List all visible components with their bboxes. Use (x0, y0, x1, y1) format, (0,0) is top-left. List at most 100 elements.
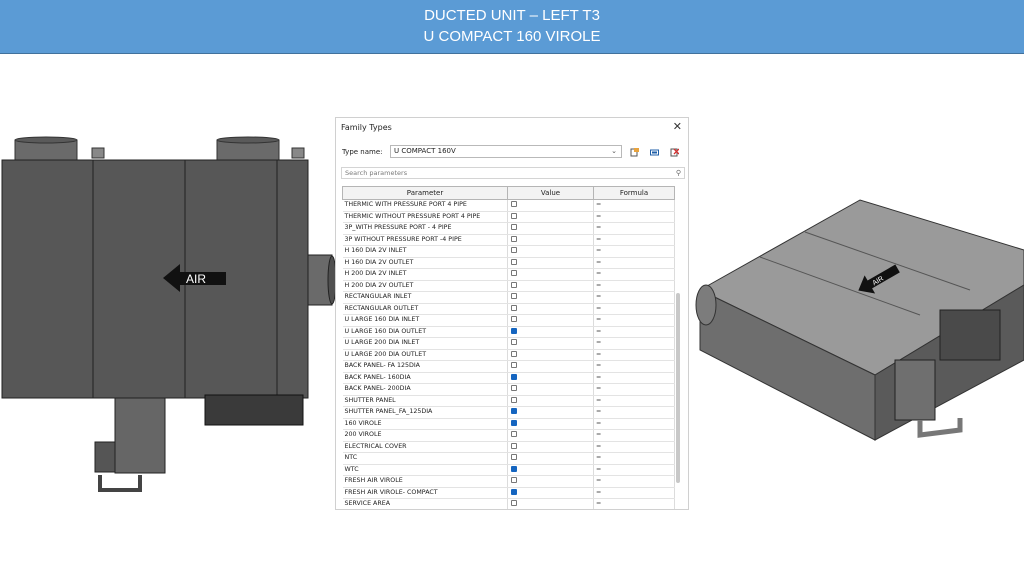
parameter-formula[interactable]: = (593, 245, 675, 258)
parameter-formula[interactable]: = (593, 498, 675, 509)
parameter-formula[interactable]: = (593, 395, 675, 407)
parameter-formula[interactable]: = (593, 199, 675, 212)
parameter-formula[interactable]: = (593, 429, 675, 442)
search-input[interactable]: Search parameters ⚲ (341, 167, 685, 179)
parameter-formula[interactable]: = (593, 291, 675, 304)
table-row[interactable]: BACK PANEL- 160DIA = (342, 372, 675, 384)
value-checkbox[interactable] (511, 339, 517, 346)
parameter-formula[interactable]: = (593, 360, 675, 373)
parameter-name: H 160 DIA 2V INLET (342, 245, 508, 258)
parameter-formula[interactable]: = (593, 337, 675, 350)
type-name-select[interactable]: U COMPACT 160V ⌄ (390, 145, 622, 158)
table-row[interactable]: NTC = (342, 452, 675, 465)
table-row[interactable]: SHUTTER PANEL_FA_125DIA = (342, 406, 675, 419)
parameter-formula[interactable]: = (593, 487, 675, 499)
table-row[interactable]: 3P_WITH PRESSURE PORT - 4 PIPE = (342, 222, 675, 235)
parameter-formula[interactable]: = (593, 475, 675, 488)
table-row[interactable]: SHUTTER PANEL = (342, 395, 675, 407)
value-checkbox[interactable] (511, 293, 517, 300)
table-row[interactable]: 160 VIROLE = (342, 418, 675, 430)
value-checkbox[interactable] (511, 212, 517, 219)
parameter-value (507, 245, 594, 258)
table-row[interactable]: 200 VIROLE = (342, 429, 675, 442)
value-checkbox[interactable] (511, 385, 517, 392)
parameter-formula[interactable]: = (593, 326, 675, 338)
table-row[interactable]: H 160 DIA 2V INLET = (342, 245, 675, 258)
value-checkbox[interactable] (511, 316, 517, 323)
value-checkbox[interactable] (511, 419, 517, 426)
table-row[interactable]: THERMIC WITHOUT PRESSURE PORT 4 PIPE = (342, 211, 675, 223)
parameter-formula[interactable]: = (593, 441, 675, 453)
close-icon[interactable]: ✕ (673, 120, 682, 133)
parameter-formula[interactable]: = (593, 383, 675, 396)
table-row[interactable]: BACK PANEL- 200DIA = (342, 383, 675, 396)
table-row[interactable]: H 160 DIA 2V OUTLET = (342, 257, 675, 269)
parameter-formula[interactable]: = (593, 211, 675, 223)
value-checkbox[interactable] (511, 201, 517, 208)
parameter-name: FRESH AIR VIROLE (342, 475, 508, 488)
parameter-formula[interactable]: = (593, 234, 675, 246)
table-row[interactable]: BACK PANEL- FA 125DIA = (342, 360, 675, 373)
value-checkbox[interactable] (511, 258, 517, 265)
table-row[interactable]: FRESH AIR VIROLE- COMPACT = (342, 487, 675, 499)
formula-equals: = (596, 327, 602, 335)
parameter-value (507, 406, 594, 419)
value-checkbox[interactable] (511, 431, 517, 438)
new-type-icon[interactable] (630, 148, 639, 157)
table-row[interactable]: THERMIC WITH PRESSURE PORT 4 PIPE = (342, 199, 675, 212)
table-row[interactable]: RECTANGULAR OUTLET = (342, 303, 675, 315)
value-checkbox[interactable] (511, 465, 517, 472)
parameter-value (507, 211, 594, 223)
value-checkbox[interactable] (511, 477, 517, 484)
parameter-formula[interactable]: = (593, 314, 675, 327)
value-checkbox[interactable] (511, 247, 517, 254)
table-row[interactable]: ELECTRICAL COVER = (342, 441, 675, 453)
table-row[interactable]: SERVICE AREA = (342, 498, 675, 509)
table-row[interactable]: WTC = (342, 464, 675, 476)
value-checkbox[interactable] (511, 270, 517, 277)
formula-equals: = (596, 419, 602, 427)
value-checkbox[interactable] (511, 224, 517, 231)
value-checkbox[interactable] (511, 362, 517, 369)
value-checkbox[interactable] (511, 454, 517, 461)
formula-equals: = (596, 247, 602, 255)
value-checkbox[interactable] (511, 408, 517, 415)
value-checkbox[interactable] (511, 442, 517, 449)
table-row[interactable]: H 200 DIA 2V OUTLET = (342, 280, 675, 292)
parameter-formula[interactable]: = (593, 372, 675, 384)
table-row[interactable]: FRESH AIR VIROLE = (342, 475, 675, 488)
parameter-formula[interactable]: = (593, 268, 675, 281)
value-checkbox[interactable] (511, 488, 517, 495)
parameter-formula[interactable]: = (593, 464, 675, 476)
table-row[interactable]: 3P WITHOUT PRESSURE PORT -4 PIPE = (342, 234, 675, 246)
value-checkbox[interactable] (511, 350, 517, 357)
delete-type-icon[interactable] (670, 148, 679, 157)
parameter-formula[interactable]: = (593, 418, 675, 430)
vertical-scrollbar[interactable] (676, 293, 680, 483)
formula-equals: = (596, 350, 602, 358)
parameter-name: RECTANGULAR INLET (342, 291, 508, 304)
value-checkbox[interactable] (511, 235, 517, 242)
parameter-formula[interactable]: = (593, 349, 675, 361)
front-view-drawing: AIR (1, 136, 337, 492)
table-row[interactable]: H 200 DIA 2V INLET = (342, 268, 675, 281)
value-checkbox[interactable] (511, 304, 517, 311)
parameter-formula[interactable]: = (593, 303, 675, 315)
table-row[interactable]: U LARGE 160 DIA OUTLET = (342, 326, 675, 338)
table-row[interactable]: U LARGE 160 DIA INLET = (342, 314, 675, 327)
table-row[interactable]: U LARGE 200 DIA OUTLET = (342, 349, 675, 361)
parameter-formula[interactable]: = (593, 452, 675, 465)
value-checkbox[interactable] (511, 281, 517, 288)
table-row[interactable]: U LARGE 200 DIA INLET = (342, 337, 675, 350)
table-row[interactable]: RECTANGULAR INLET = (342, 291, 675, 304)
parameter-formula[interactable]: = (593, 280, 675, 292)
value-checkbox[interactable] (511, 373, 517, 380)
value-checkbox[interactable] (511, 500, 517, 507)
value-checkbox[interactable] (511, 327, 517, 334)
parameter-formula[interactable]: = (593, 257, 675, 269)
parameter-formula[interactable]: = (593, 222, 675, 235)
rename-type-icon[interactable] (650, 148, 659, 157)
value-checkbox[interactable] (511, 396, 517, 403)
parameter-formula[interactable]: = (593, 406, 675, 419)
formula-equals: = (596, 431, 602, 439)
